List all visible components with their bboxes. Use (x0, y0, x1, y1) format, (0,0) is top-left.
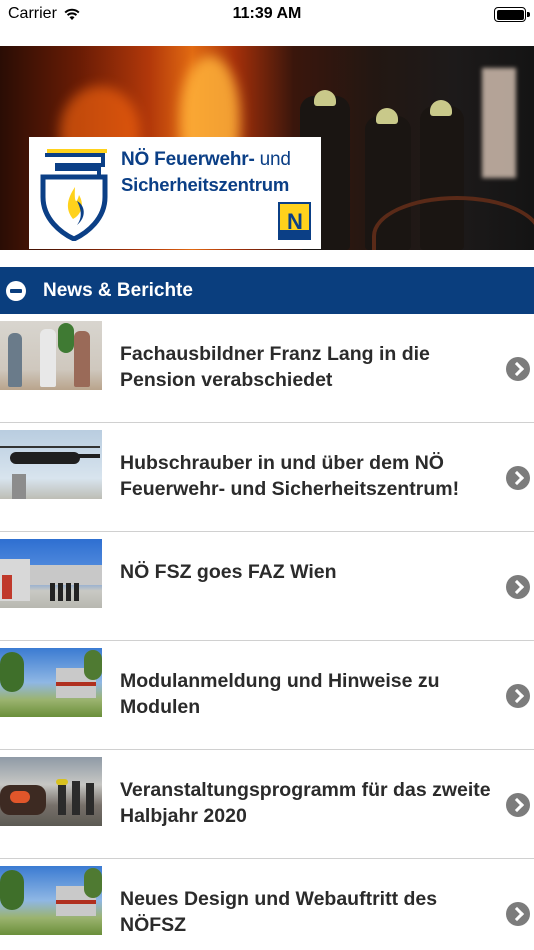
news-title: Fachausbildner Franz Lang in die Pension… (120, 343, 430, 391)
chevron-right-icon[interactable] (506, 902, 530, 926)
battery-icon (494, 7, 530, 22)
news-item[interactable]: Veranstaltungsprogramm für das zweite Ha… (0, 750, 534, 859)
news-thumbnail (0, 866, 102, 935)
chevron-right-icon[interactable] (506, 466, 530, 490)
news-item[interactable]: Hubschrauber in und über dem NÖ Feuerweh… (0, 423, 534, 532)
minus-circle-icon[interactable] (6, 281, 26, 301)
news-thumbnail (0, 321, 102, 390)
helmet-shape (314, 90, 336, 106)
hero-window (482, 68, 516, 178)
chevron-right-icon[interactable] (506, 793, 530, 817)
news-thumbnail (0, 648, 102, 717)
status-time: 11:39 AM (232, 5, 302, 22)
news-title: Neues Design und Webauftritt des NÖFSZ (120, 888, 438, 936)
logo-card: NÖ Feuerwehr- und Sicherheitszentrum N (29, 137, 321, 249)
hero-banner: NÖ Feuerwehr- und Sicherheitszentrum N (0, 46, 534, 250)
chevron-right-icon[interactable] (506, 575, 530, 599)
helmet-shape (376, 108, 398, 124)
news-thumbnail (0, 430, 102, 499)
news-thumbnail (0, 539, 102, 608)
news-title: Modulanmeldung und Hinweise zu Modulen (120, 670, 440, 718)
news-title: NÖ FSZ goes FAZ Wien (120, 561, 337, 583)
news-title: Hubschrauber in und über dem NÖ Feuerweh… (120, 452, 460, 500)
helmet-shape (430, 100, 452, 116)
news-list: Fachausbildner Franz Lang in die Pension… (0, 314, 534, 950)
news-item[interactable]: NÖ FSZ goes FAZ Wien (0, 532, 534, 641)
noe-badge-icon: N (278, 202, 311, 240)
news-item[interactable]: Fachausbildner Franz Lang in die Pension… (0, 314, 534, 423)
logo-text-line2: Sicherheitszentrum (121, 174, 290, 195)
news-section-header[interactable]: News & Berichte (0, 267, 534, 314)
news-item[interactable]: Modulanmeldung und Hinweise zu Modulen (0, 641, 534, 750)
section-title: News & Berichte (43, 280, 193, 301)
news-title: Veranstaltungsprogramm für das zweite Ha… (120, 779, 491, 827)
chevron-right-icon[interactable] (506, 357, 530, 381)
status-bar: Carrier 11:39 AM (0, 0, 534, 30)
logo-text-line1: NÖ Feuerwehr- und (121, 149, 291, 170)
chevron-right-icon[interactable] (506, 684, 530, 708)
news-item[interactable]: Neues Design und Webauftritt des NÖFSZ (0, 859, 534, 950)
news-thumbnail (0, 757, 102, 826)
shield-logo-icon (40, 149, 108, 241)
